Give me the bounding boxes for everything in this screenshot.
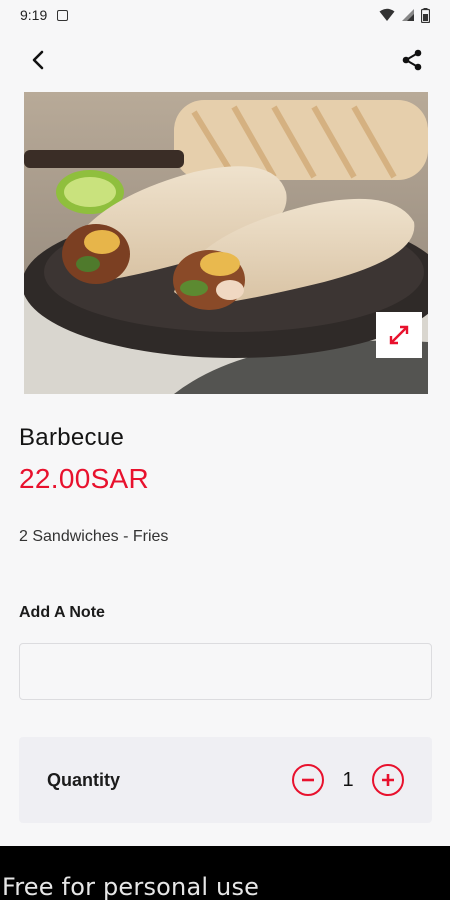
signal-icon xyxy=(402,9,414,21)
increment-button[interactable] xyxy=(372,764,404,796)
product-name: Barbecue xyxy=(19,424,125,451)
share-icon[interactable] xyxy=(396,44,428,76)
minus-circle-icon xyxy=(302,778,314,782)
status-icons xyxy=(379,7,430,23)
product-photo xyxy=(24,92,428,394)
expand-icon xyxy=(389,325,409,345)
note-label: Add A Note xyxy=(19,604,105,621)
quantity-value: 1 xyxy=(342,768,354,791)
battery-icon xyxy=(421,7,430,23)
quantity-card: Quantity 1 xyxy=(19,737,432,823)
expand-image-button[interactable] xyxy=(376,312,422,358)
app-bar xyxy=(0,30,450,90)
decrement-button[interactable] xyxy=(292,764,324,796)
product-image[interactable] xyxy=(24,92,428,394)
plus-circle-icon xyxy=(382,774,394,786)
wifi-icon xyxy=(379,8,395,21)
status-time: 9:19 xyxy=(20,7,48,23)
quantity-label: Quantity xyxy=(47,769,121,790)
note-input[interactable] xyxy=(19,643,432,700)
product-description: 2 Sandwiches - Fries xyxy=(19,528,169,545)
product-price: 22.00SAR xyxy=(19,463,150,494)
quantity-stepper: 1 xyxy=(292,764,404,796)
notification-icon xyxy=(57,9,69,21)
watermark-text: Free for personal use xyxy=(2,873,260,900)
status-bar: 9:19 xyxy=(0,0,450,30)
back-arrow-icon[interactable] xyxy=(22,44,54,76)
